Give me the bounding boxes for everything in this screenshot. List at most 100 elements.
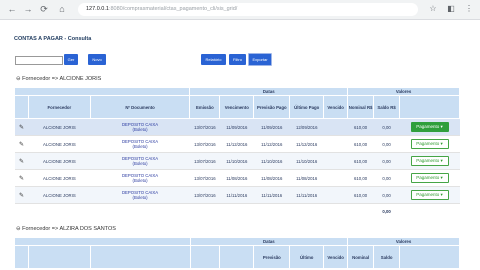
section-title: Fornecedor => ALZIRA DOS SANTOS — [22, 226, 116, 232]
cell-emissao: 13/07/2016 — [189, 135, 220, 153]
cell-ultimo: 12/09/2016 — [289, 118, 324, 136]
col-nominal[interactable]: Nominal R$ — [347, 95, 375, 119]
cell-ultimo: 11/12/2016 — [289, 135, 324, 153]
section-header[interactable]: ⊖ Fornecedor => ALZIRA DOS SANTOS — [16, 226, 116, 232]
cell-vencido — [323, 186, 348, 204]
col-documento[interactable]: Nº Documento — [89, 95, 191, 119]
export-button[interactable]: Exportar — [248, 53, 272, 66]
col-fornecedor[interactable]: Fornecedor — [27, 95, 91, 119]
cell-previsao: 11/11/2016 — [253, 186, 290, 204]
caret-down-icon: ▾ — [440, 158, 443, 163]
search-input[interactable] — [15, 56, 63, 65]
doc-type: (Boleto) — [132, 144, 148, 149]
section-header[interactable]: ⊖ Fornecedor => ALCIONE JORIS — [16, 76, 101, 82]
total-saldo: 0,00 — [373, 203, 400, 218]
edit-icon[interactable]: ✎ — [19, 159, 24, 165]
cell-vencimento: 11/10/2016 — [219, 152, 254, 170]
section-title: Fornecedor => ALCIONE JORIS — [22, 76, 102, 82]
cell-emissao: 13/07/2016 — [189, 152, 220, 170]
new-button[interactable]: Novo — [88, 54, 106, 65]
cell-saldo: 0,00 — [373, 186, 400, 204]
cell-fornecedor: ALCIONE JORIS — [28, 186, 91, 204]
doc-type: (Boleto) — [132, 161, 148, 166]
caret-down-icon: ▾ — [440, 124, 443, 129]
col-vencido[interactable]: Vencido — [323, 245, 349, 269]
total-row: 0,00 — [14, 203, 460, 218]
cell-saldo: 0,00 — [373, 135, 400, 153]
minus-circle-icon[interactable]: ⊖ — [16, 76, 21, 82]
payment-label: Pagamento — [416, 141, 440, 146]
filter-button[interactable]: Filtro — [229, 54, 246, 65]
cell-documento: DEPOSITO CAIXA (Boleto) — [90, 186, 190, 204]
payment-label: Pagamento — [416, 124, 440, 129]
payment-label: Pagamento — [416, 158, 440, 163]
address-bar[interactable]: 127.0.0.1:8080/comprasmaterial/ctas_paga… — [78, 3, 418, 16]
cell-vencido — [323, 118, 348, 136]
cell-emissao: 13/07/2016 — [189, 118, 220, 136]
cell-documento: DEPOSITO CAIXA (Boleto) — [90, 169, 190, 187]
cell-emissao: 13/07/2016 — [189, 186, 220, 204]
forward-icon[interactable]: → — [22, 3, 34, 15]
payment-dropdown-button[interactable]: Pagamento ▾ — [410, 156, 449, 166]
cell-previsao: 11/10/2016 — [253, 152, 290, 170]
cell-vencido — [323, 169, 348, 187]
payables-table: Datas Valores Fornecedor Nº Documento Em… — [13, 87, 460, 218]
cell-vencimento: 11/11/2016 — [219, 186, 254, 204]
cell-vencido — [323, 152, 348, 170]
browser-toolbar: ← → ⟳ ⌂ 127.0.0.1:8080/comprasmaterial/c… — [0, 0, 480, 20]
extension-icon[interactable]: ◧ — [446, 4, 456, 14]
cell-fornecedor: ALCIONE JORIS — [28, 118, 91, 136]
col-vencimento[interactable]: Vencimento — [219, 95, 255, 119]
cell-documento: DEPOSITO CAIXA (Boleto) — [90, 135, 190, 153]
col-nominal[interactable]: Nominal — [347, 245, 375, 269]
payment-dropdown-button[interactable]: Pagamento ▾ — [410, 173, 449, 183]
table-row: ✎ ALCIONE JORIS DEPOSITO CAIXA (Boleto) 1… — [14, 135, 460, 153]
doc-type: (Boleto) — [132, 178, 148, 183]
col-saldo[interactable]: Saldo — [373, 245, 401, 269]
caret-down-icon: ▾ — [440, 141, 443, 146]
col-vencido[interactable]: Vencido — [323, 95, 349, 119]
payment-dropdown-button[interactable]: Pagamento ▾ — [410, 122, 449, 132]
col-previsao[interactable]: Previsão — [253, 245, 291, 269]
reload-icon[interactable]: ⟳ — [38, 3, 50, 15]
minus-circle-icon[interactable]: ⊖ — [16, 226, 21, 232]
edit-icon[interactable]: ✎ — [19, 142, 24, 148]
report-button[interactable]: Relatório — [201, 54, 226, 65]
cell-vencido — [323, 135, 348, 153]
edit-icon[interactable]: ✎ — [19, 125, 24, 131]
payment-dropdown-button[interactable]: Pagamento ▾ — [410, 139, 449, 149]
cell-fornecedor: ALCIONE JORIS — [28, 135, 91, 153]
doc-type: (Boleto) — [132, 127, 148, 132]
col-saldo[interactable]: Saldo R$ — [373, 95, 401, 119]
col-ultimo[interactable]: Último — [289, 245, 325, 269]
payment-dropdown-button[interactable]: Pagamento ▾ — [410, 190, 449, 200]
edit-icon[interactable]: ✎ — [19, 176, 24, 182]
col-previsao[interactable]: Previsão Pago — [253, 95, 291, 119]
caret-down-icon: ▾ — [440, 175, 443, 180]
cell-documento: DEPOSITO CAIXA (Boleto) — [90, 118, 190, 136]
edit-icon[interactable]: ✎ — [19, 193, 24, 199]
table-row: ✎ ALCIONE JORIS DEPOSITO CAIXA (Boleto) 1… — [14, 186, 460, 204]
search-button[interactable]: Ger — [64, 54, 78, 65]
caret-down-icon: ▾ — [440, 192, 443, 197]
cell-saldo: 0,00 — [373, 169, 400, 187]
dates-group-header: Datas — [189, 237, 349, 246]
cell-vencimento: 11/09/2016 — [219, 118, 254, 136]
cell-vencimento: 11/08/2016 — [219, 169, 254, 187]
cell-previsao: 11/09/2016 — [253, 118, 290, 136]
menu-icon[interactable]: ⋮ — [464, 4, 474, 14]
cell-previsao: 11/12/2016 — [253, 135, 290, 153]
cell-saldo: 0,00 — [373, 152, 400, 170]
star-icon[interactable]: ☆ — [428, 4, 438, 14]
payables-table: Datas Valores Previsão Último Vencido No… — [14, 237, 460, 269]
col-ultimo[interactable]: Último Pago — [289, 95, 325, 119]
doc-type: (Boleto) — [132, 195, 148, 200]
cell-nominal: 610,00 — [347, 169, 374, 187]
cell-ultimo: 11/10/2016 — [289, 152, 324, 170]
col-emissao[interactable]: Emissão — [189, 95, 221, 119]
home-icon[interactable]: ⌂ — [56, 3, 68, 15]
payment-label: Pagamento — [416, 175, 440, 180]
dates-group-header: Datas — [189, 87, 349, 96]
back-icon[interactable]: ← — [6, 3, 18, 15]
values-group-header: Valores — [347, 237, 460, 246]
